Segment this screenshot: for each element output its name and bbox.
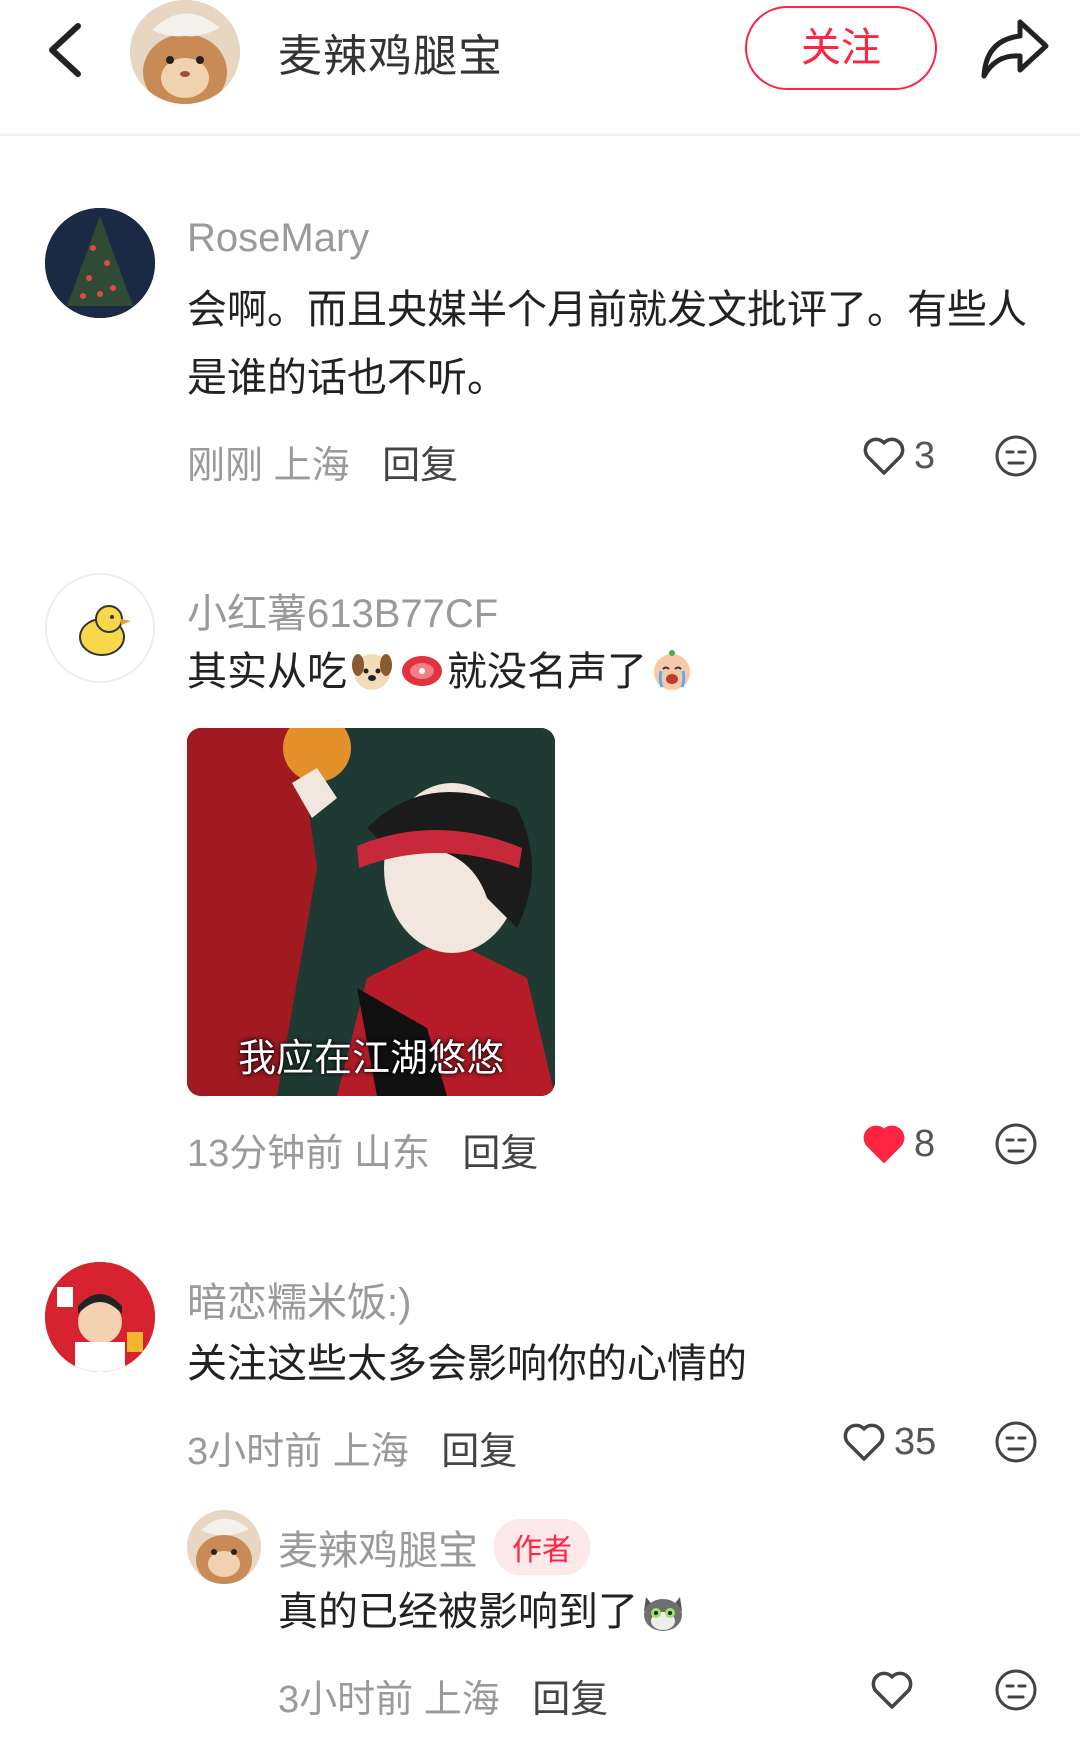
like-button[interactable]: 3 [862,432,935,480]
commenter-avatar[interactable] [45,573,155,683]
heart-outline-icon [871,1671,913,1709]
comment-location: 山东 [353,1133,430,1175]
cat-emoji-icon [640,1586,686,1632]
like-button[interactable]: 8 [862,1120,935,1168]
like-button[interactable]: 35 [842,1418,936,1466]
reply-username[interactable]: 麦辣鸡腿宝 [278,1529,478,1573]
neutral-face-icon [995,435,1037,477]
reply-location: 上海 [423,1679,500,1721]
comment-text: 关注这些太多会影响你的心情的 [187,1342,747,1386]
author-reply-avatar[interactable] [187,1510,261,1584]
commenter-name[interactable]: 小红薯613B77CF [187,581,498,639]
comment-meta: 3小时前 上海 回复 [187,1420,517,1475]
reply-button[interactable]: 回复 [462,1133,538,1175]
share-arrow-icon [981,19,1049,79]
dislike-button[interactable] [994,1122,1038,1166]
heart-outline-icon [863,437,905,475]
comment-location: 上海 [332,1431,409,1473]
image-caption: 我应在江湖悠悠 [237,1038,504,1080]
dog-emoji-icon [349,646,395,692]
back-button[interactable] [38,18,98,82]
commenter-avatar[interactable] [45,1262,155,1372]
comment-location: 上海 [273,445,350,487]
author-avatar[interactable] [130,0,240,104]
top-bar: 麦辣鸡腿宝 关注 [0,0,1080,136]
neutral-face-icon [995,1669,1037,1711]
like-button[interactable] [870,1666,914,1714]
comment-text-end: 就没名声了 [447,650,647,694]
comment-text-start: 其实从吃 [187,650,347,694]
comment-time: 13分钟前 [187,1133,344,1175]
reply-time: 3小时前 [278,1679,414,1721]
heart-filled-icon [863,1125,905,1163]
like-count: 3 [914,434,936,477]
reply-meta: 3小时前 上海 回复 [278,1668,608,1723]
comment-meta: 13分钟前 山东 回复 [187,1122,538,1177]
author-badge: 作者 [494,1519,590,1575]
neutral-face-icon [995,1421,1037,1463]
commenter-name[interactable]: RoseMary [187,216,369,261]
comment-meta: 刚刚 上海 回复 [187,434,458,489]
dislike-button[interactable] [994,1668,1038,1712]
reply-button[interactable]: 回复 [532,1679,608,1721]
share-button[interactable] [978,14,1052,84]
reply-text-content: 真的已经被影响到了 [278,1590,638,1634]
reply-text: 真的已经被影响到了 [278,1578,1038,1646]
commenter-avatar[interactable] [45,208,155,318]
comment-image[interactable]: 我应在江湖悠悠 [187,728,555,1096]
dislike-button[interactable] [994,1420,1038,1464]
comment-text: 会啊。而且央媒半个月前就发文批评了。有些人是谁的话也不听。 [187,288,1027,400]
chevron-left-icon [49,23,81,77]
meat-emoji-icon [399,646,445,692]
comment-time: 刚刚 [187,445,264,487]
reply-button[interactable]: 回复 [382,445,458,487]
comment-text: 其实从吃 就没名声了 [187,638,1047,706]
follow-button[interactable]: 关注 [745,6,937,90]
commenter-name[interactable]: 暗恋糯米饭:) [187,1270,411,1328]
heart-outline-icon [843,1423,885,1461]
reply-button[interactable]: 回复 [441,1431,517,1473]
comment-time: 3小时前 [187,1431,323,1473]
dislike-button[interactable] [994,434,1038,478]
author-name: 麦辣鸡腿宝 [278,32,503,81]
neutral-face-icon [995,1123,1037,1165]
crying-face-emoji-icon [649,646,695,692]
like-count: 8 [914,1122,936,1165]
like-count: 35 [894,1420,937,1463]
reply-author-name: 麦辣鸡腿宝 作者 [278,1518,590,1576]
